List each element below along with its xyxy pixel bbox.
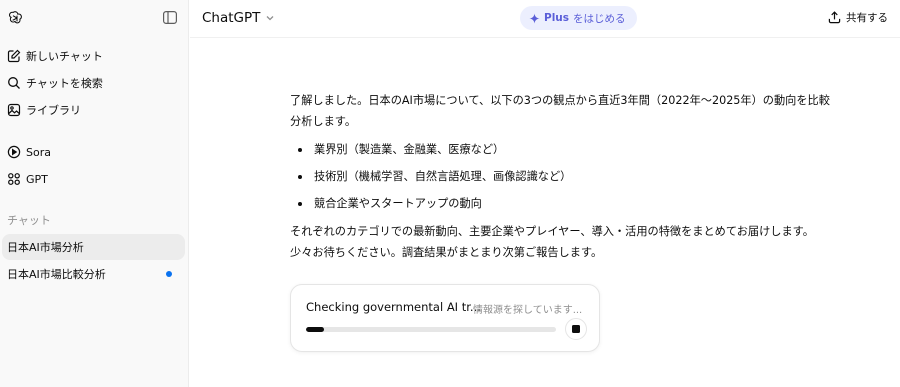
- chat-history-title: 日本AI市場分析: [7, 241, 84, 254]
- stop-button[interactable]: [565, 318, 587, 340]
- sparkle-icon: [529, 12, 540, 24]
- sidebar-item-new-chat[interactable]: 新しいチャット: [7, 45, 182, 67]
- model-name: ChatGPT: [202, 10, 261, 26]
- sidebar: 新しいチャット チャットを検索 ライブラリ Sora GPT チャット 日本AI…: [0, 0, 189, 387]
- progress-title: Checking governmental AI tr...: [306, 300, 481, 314]
- sidebar-item-search-chats[interactable]: チャットを検索: [7, 72, 182, 94]
- stop-icon: [572, 325, 580, 333]
- plus-label: Plus: [544, 12, 570, 24]
- top-bar: ChatGPT Plus をはじめる 共有する: [190, 0, 900, 38]
- message-intro: 了解しました。日本のAI市場について、以下の3つの観点から直近3年間（2022年…: [290, 90, 870, 132]
- chevron-down-icon: [265, 13, 275, 23]
- model-selector[interactable]: ChatGPT: [202, 10, 275, 26]
- share-icon: [828, 11, 841, 24]
- unread-dot-icon: [166, 271, 172, 277]
- progress-bar: [306, 327, 556, 332]
- plus-start-label: をはじめる: [573, 12, 626, 25]
- message-line: それぞれのカテゴリでの最新動向、主要企業やプレイヤー、導入・活用の特徴をまとめて…: [290, 225, 814, 238]
- library-icon: [7, 103, 21, 117]
- grid-icon: [7, 172, 21, 186]
- research-progress-card[interactable]: Checking governmental AI tr... 情報源を探していま…: [290, 284, 600, 352]
- sidebar-item-label: ライブラリ: [26, 104, 81, 117]
- sidebar-item-library[interactable]: ライブラリ: [7, 99, 182, 121]
- chat-history-item[interactable]: 日本AI市場分析: [2, 234, 185, 260]
- share-label: 共有する: [846, 12, 888, 24]
- new-chat-icon: [7, 49, 21, 63]
- sidebar-top: [0, 0, 189, 38]
- sidebar-item-label: チャットを検索: [26, 77, 103, 90]
- sidebar-item-sora[interactable]: Sora: [7, 141, 182, 163]
- sidebar-item-gpt[interactable]: GPT: [7, 168, 182, 190]
- sidebar-item-label: Sora: [26, 145, 51, 159]
- play-icon: [7, 145, 21, 159]
- sidebar-toggle-icon[interactable]: [163, 11, 178, 25]
- search-icon: [7, 76, 21, 90]
- chat-history-item[interactable]: 日本AI市場比較分析: [2, 261, 185, 287]
- list-item: 競合企業やスタートアップの動向: [290, 190, 870, 217]
- sidebar-item-label: 新しいチャット: [26, 50, 103, 63]
- progress-status: 情報源を探しています...: [473, 305, 583, 316]
- list-item: 業界別（製造業、金融業、医療など）: [290, 136, 870, 163]
- progress-fill: [306, 327, 324, 332]
- message-line: 了解しました。日本のAI市場について、以下の3つの観点から直近3年間（2022年…: [290, 94, 830, 107]
- openai-logo-icon[interactable]: [7, 10, 23, 26]
- list-item: 技術別（機械学習、自然言語処理、画像認識など）: [290, 163, 870, 190]
- share-button[interactable]: 共有する: [828, 10, 888, 25]
- chat-history-title: 日本AI市場比較分析: [7, 268, 106, 281]
- message-outro: それぞれのカテゴリでの最新動向、主要企業やプレイヤー、導入・活用の特徴をまとめて…: [290, 221, 870, 263]
- upgrade-plus-button[interactable]: Plus をはじめる: [520, 6, 637, 30]
- message-line: 少々お待ちください。調査結果がまとまり次第ご報告します。: [290, 246, 603, 259]
- message-line: 分析します。: [290, 115, 357, 128]
- sidebar-item-label: GPT: [26, 172, 48, 186]
- bullet-list: 業界別（製造業、金融業、医療など） 技術別（機械学習、自然言語処理、画像認識など…: [290, 136, 870, 217]
- assistant-message: 了解しました。日本のAI市場について、以下の3つの観点から直近3年間（2022年…: [290, 90, 870, 263]
- chat-section-label: チャット: [7, 214, 51, 227]
